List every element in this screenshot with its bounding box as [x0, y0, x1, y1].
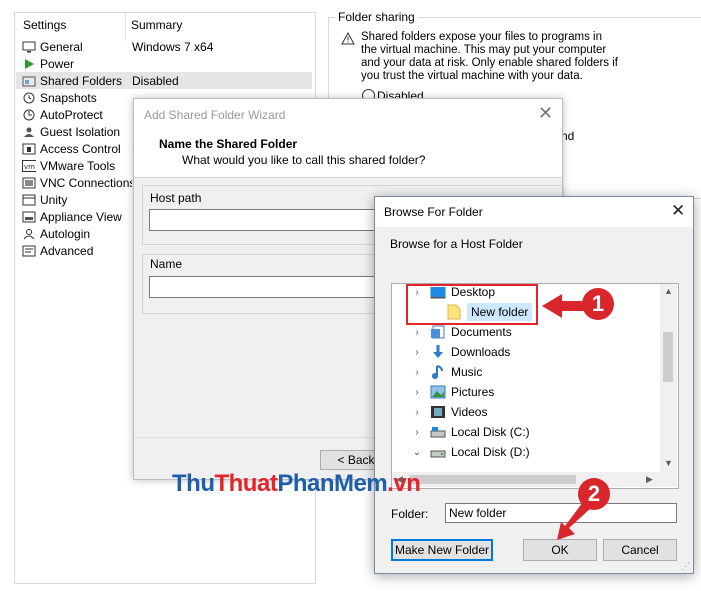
wizard-titlebar: Add Shared Folder Wizard ✕: [134, 99, 562, 129]
settings-row-label: Guest Isolation: [40, 124, 121, 139]
autoprotect-icon: [22, 108, 36, 122]
tree-item-downloads[interactable]: › Downloads: [392, 342, 660, 362]
collapse-chevron-icon[interactable]: ›: [412, 407, 422, 418]
wizard-heading: Name the Shared Folder: [159, 137, 298, 151]
autologin-icon: [22, 227, 36, 241]
summary-column-header: Summary: [131, 18, 183, 32]
documents-icon: [430, 325, 446, 339]
snapshot-icon: [22, 91, 36, 105]
monitor-icon: [22, 40, 36, 54]
wizard-header: Name the Shared Folder What would you li…: [134, 129, 562, 178]
appliance-icon: [22, 210, 36, 224]
settings-row-label: Autologin: [40, 226, 91, 241]
tree-item-local-disk-d[interactable]: ⌄ Local Disk (D:): [392, 442, 660, 462]
make-new-folder-button[interactable]: Make New Folder: [391, 539, 493, 561]
folder-sharing-warning: Shared folders expose your files to prog…: [361, 31, 618, 82]
tree-item-music[interactable]: › Music: [392, 362, 660, 382]
warning-icon: [341, 31, 355, 48]
play-icon: [22, 57, 36, 71]
tree-item-label: Local Disk (D:): [451, 445, 530, 459]
tree-item-label: Documents: [451, 325, 512, 339]
folder-label: Folder:: [391, 507, 429, 521]
access-control-icon: [22, 142, 36, 156]
settings-row-shared-folders[interactable]: Shared Folders Disabled: [16, 72, 312, 89]
collapse-chevron-icon[interactable]: ›: [412, 427, 422, 438]
settings-row-label: Power: [40, 56, 75, 71]
wizard-close-icon[interactable]: ✕: [538, 103, 553, 124]
resize-grip-icon[interactable]: ⋰: [681, 561, 690, 572]
settings-row-label: VNC Connections: [40, 175, 132, 190]
scroll-up-icon[interactable]: ▲: [664, 286, 673, 296]
partial-option-label: nd: [561, 129, 575, 143]
tree-item-pictures[interactable]: › Pictures: [392, 382, 660, 402]
browse-titlebar: Browse For Folder ✕: [375, 197, 693, 227]
settings-column-header: Settings: [23, 18, 67, 32]
settings-row-label: Advanced: [40, 243, 94, 258]
settings-row-label: Shared Folders: [40, 73, 123, 88]
watermark-text: ThuThuatPhanMem.vn: [172, 470, 421, 497]
vertical-scroll-thumb[interactable]: [663, 332, 673, 382]
new-folder-highlight: [406, 284, 538, 325]
videos-icon: [430, 405, 446, 419]
tree-item-local-disk-c[interactable]: › Local Disk (C:): [392, 422, 660, 442]
wizard-title: Add Shared Folder Wizard: [144, 108, 286, 122]
settings-row-label: VMware Tools: [40, 158, 116, 173]
settings-row-label: Unity: [40, 192, 68, 207]
settings-row-label: General: [40, 39, 83, 54]
vmware-icon: vm: [22, 159, 36, 173]
settings-row-general[interactable]: General Windows 7 x64: [16, 38, 312, 55]
folder-sharing-title: Folder sharing: [335, 10, 418, 24]
browse-instruction: Browse for a Host Folder: [390, 237, 523, 251]
tree-item-label: Music: [451, 365, 483, 379]
settings-row-label: AutoProtect: [40, 107, 103, 122]
guest-isolation-icon: [22, 125, 36, 139]
settings-row-label: Snapshots: [40, 90, 97, 105]
horizontal-scroll-thumb[interactable]: [410, 475, 576, 484]
tree-item-documents[interactable]: › Documents: [392, 322, 660, 342]
drive-c-icon: [430, 425, 446, 439]
svg-text:vm: vm: [24, 163, 35, 171]
unity-icon: [22, 193, 36, 207]
vnc-icon: [22, 176, 36, 190]
scroll-down-icon[interactable]: ▼: [664, 458, 673, 468]
tree-horizontal-scrollbar[interactable]: ◀ ▶: [392, 472, 660, 487]
downloads-icon: [430, 345, 446, 359]
tree-item-label: Local Disk (C:): [451, 425, 530, 439]
drive-d-icon: [430, 445, 446, 459]
advanced-icon: [22, 244, 36, 258]
collapse-chevron-icon[interactable]: ›: [412, 327, 422, 338]
collapse-chevron-icon[interactable]: ⌄: [412, 447, 422, 458]
cancel-button[interactable]: Cancel: [603, 539, 677, 561]
name-input[interactable]: [149, 276, 381, 298]
host-path-input[interactable]: [149, 209, 381, 231]
tree-item-videos[interactable]: › Videos: [392, 402, 660, 422]
collapse-chevron-icon[interactable]: ›: [412, 347, 422, 358]
tree-item-label: Downloads: [451, 345, 511, 359]
settings-row-power[interactable]: Power: [16, 55, 312, 72]
host-path-label: Host path: [150, 191, 202, 205]
tree-item-label: Videos: [451, 405, 488, 419]
shared-folder-icon: [22, 74, 36, 88]
wizard-subheading: What would you like to call this shared …: [182, 153, 426, 167]
scroll-right-icon[interactable]: ▶: [646, 474, 653, 485]
collapse-chevron-icon[interactable]: ›: [412, 367, 422, 378]
tree-item-label: Pictures: [451, 385, 495, 399]
browse-for-folder-dialog: Browse For Folder ✕ Browse for a Host Fo…: [374, 196, 694, 574]
watermark: ThuThuatPhanMem.vn: [172, 470, 421, 498]
step-badge-1: 1: [582, 288, 614, 320]
settings-row-summary: Windows 7 x64: [132, 39, 214, 54]
browse-title: Browse For Folder: [384, 205, 483, 219]
music-icon: [430, 365, 446, 379]
settings-row-label: Access Control: [40, 141, 121, 156]
arrow-2-icon: [557, 502, 591, 540]
tree-vertical-scrollbar[interactable]: ▲ ▼: [660, 284, 677, 472]
pictures-icon: [430, 385, 446, 399]
settings-row-summary: Disabled: [132, 73, 179, 88]
name-label: Name: [150, 257, 183, 271]
browse-close-icon[interactable]: ✕: [671, 201, 685, 221]
settings-row-label: Appliance View: [40, 209, 122, 224]
ok-button[interactable]: OK: [523, 539, 597, 561]
collapse-chevron-icon[interactable]: ›: [412, 387, 422, 398]
